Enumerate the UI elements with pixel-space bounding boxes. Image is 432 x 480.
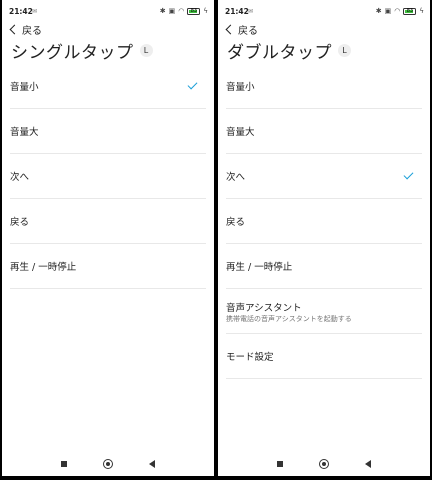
option-label: 戻る <box>226 217 246 228</box>
double-tap-screen: 21:42 ✉ ✱ ▣ ◠ 83 ϟ 戻る ダブルタップ L 音量小 音量大 次… <box>218 0 430 476</box>
wifi-icon: ◠ <box>178 7 185 15</box>
battery-level: 83 <box>406 7 414 14</box>
check-icon <box>403 169 414 180</box>
page-title: ダブルタップ <box>227 42 332 63</box>
title-row: シングルタップ L <box>11 39 153 63</box>
navigation-bar <box>2 452 214 476</box>
single-tap-screen: 21:42 ✉ ✱ ▣ ◠ 83 ϟ 戻る シングルタップ L 音量小 音量大 … <box>2 0 214 476</box>
battery-level: 83 <box>190 7 198 14</box>
check-icon <box>187 79 198 90</box>
option-label: 音量小 <box>226 82 255 93</box>
back-triangle-icon[interactable] <box>149 460 155 468</box>
side-badge: L <box>338 43 351 57</box>
battery-icon: 83 <box>187 7 201 15</box>
option-label: 音量小 <box>10 82 39 93</box>
status-icons: ✱ ▣ ◠ 83 ϟ <box>376 6 424 16</box>
back-button[interactable]: 戻る <box>8 22 42 37</box>
chevron-left-icon <box>225 24 236 34</box>
option-previous[interactable]: 戻る <box>10 199 206 244</box>
option-label: モード設定 <box>226 352 274 363</box>
status-time: 21:42 <box>9 7 33 16</box>
back-triangle-icon[interactable] <box>365 460 371 468</box>
option-next[interactable]: 次へ <box>10 154 206 199</box>
charging-icon: ϟ <box>419 7 424 15</box>
side-badge: L <box>139 43 153 57</box>
option-voice-assistant[interactable]: 音声アシスタント 携帯電話の音声アシスタントを起動する <box>226 289 422 334</box>
option-play-pause[interactable]: 再生 / 一時停止 <box>226 244 422 289</box>
battery-icon: 83 <box>403 7 417 15</box>
status-bar: 21:42 ✉ ✱ ▣ ◠ 83 ϟ <box>218 6 430 18</box>
option-volume-down[interactable]: 音量小 <box>10 64 206 109</box>
recents-icon[interactable] <box>277 461 283 467</box>
option-label: 音声アシスタント <box>226 303 302 314</box>
chevron-left-icon <box>9 24 20 34</box>
page-title: シングルタップ <box>11 42 134 63</box>
option-label: 音量大 <box>226 127 255 138</box>
option-list: 音量小 音量大 次へ 戻る 再生 / 一時停止 <box>2 64 214 289</box>
recents-icon[interactable] <box>61 461 67 467</box>
status-time: 21:42 <box>225 7 249 16</box>
option-list: 音量小 音量大 次へ 戻る 再生 / 一時停止 音声アシスタント 携帯電話の音声… <box>218 64 430 379</box>
bluetooth-icon: ✱ <box>375 7 382 15</box>
notification-icon: ✉ <box>248 8 254 15</box>
option-label: 再生 / 一時停止 <box>10 262 77 273</box>
option-label: 再生 / 一時停止 <box>226 262 293 273</box>
back-label: 戻る <box>22 25 42 37</box>
home-icon[interactable] <box>103 459 113 469</box>
option-label: 次へ <box>226 172 246 183</box>
charging-icon: ϟ <box>203 7 208 15</box>
option-subtitle: 携帯電話の音声アシスタントを起動する <box>226 315 352 323</box>
status-icons: ✱ ▣ ◠ 83 ϟ <box>160 6 208 16</box>
option-label: 音量大 <box>10 127 39 138</box>
option-play-pause[interactable]: 再生 / 一時停止 <box>10 244 206 289</box>
vibrate-icon: ▣ <box>168 7 176 15</box>
option-label: 次へ <box>10 172 30 183</box>
home-icon[interactable] <box>319 459 329 469</box>
option-mode-settings[interactable]: モード設定 <box>226 334 422 379</box>
option-volume-up[interactable]: 音量大 <box>226 109 422 154</box>
option-previous[interactable]: 戻る <box>226 199 422 244</box>
title-row: ダブルタップ L <box>227 39 351 63</box>
option-volume-up[interactable]: 音量大 <box>10 109 206 154</box>
option-volume-down[interactable]: 音量小 <box>226 64 422 109</box>
vibrate-icon: ▣ <box>384 7 392 15</box>
status-bar: 21:42 ✉ ✱ ▣ ◠ 83 ϟ <box>2 6 214 18</box>
navigation-bar <box>218 452 430 476</box>
back-label: 戻る <box>238 25 258 37</box>
option-next[interactable]: 次へ <box>226 154 422 199</box>
wifi-icon: ◠ <box>394 7 401 15</box>
notification-icon: ✉ <box>32 8 38 15</box>
bluetooth-icon: ✱ <box>159 7 166 15</box>
option-label: 戻る <box>10 217 30 228</box>
back-button[interactable]: 戻る <box>224 22 258 37</box>
